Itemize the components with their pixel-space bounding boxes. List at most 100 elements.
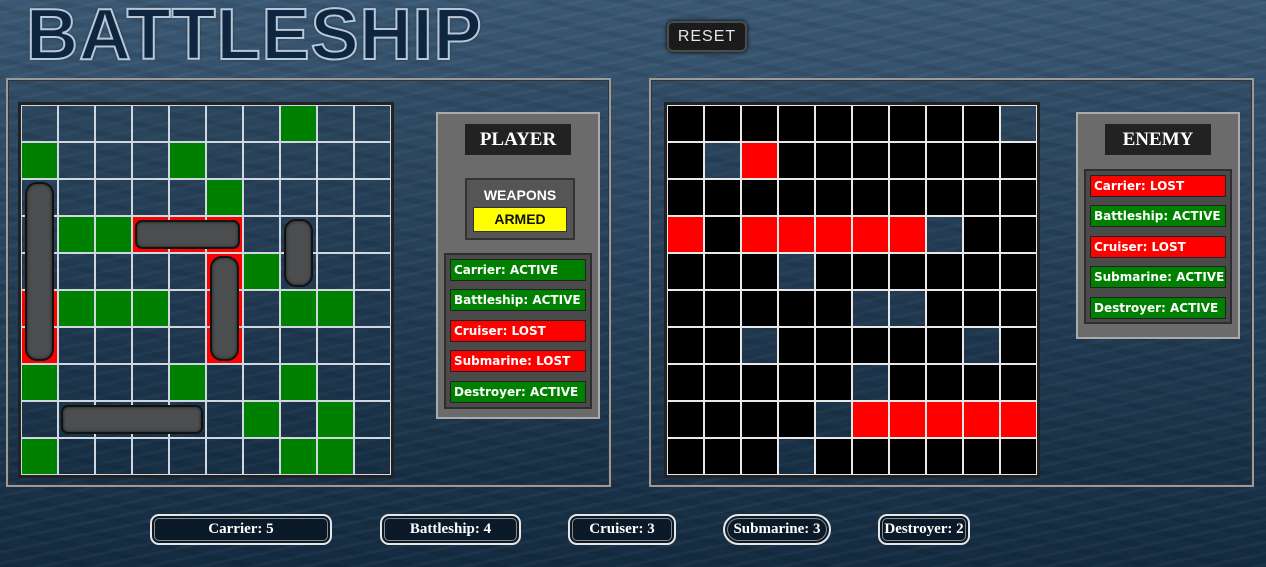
enemy-cell-unknown[interactable] bbox=[704, 216, 741, 253]
legend-carrier[interactable]: Carrier: 5 bbox=[150, 514, 332, 545]
enemy-cell-unknown[interactable] bbox=[704, 438, 741, 475]
enemy-cell-unknown[interactable] bbox=[667, 290, 704, 327]
enemy-cell-unknown[interactable] bbox=[741, 179, 778, 216]
enemy-cell-unknown[interactable] bbox=[815, 327, 852, 364]
legend-cruiser[interactable]: Cruiser: 3 bbox=[568, 514, 676, 545]
enemy-cell-open[interactable] bbox=[778, 253, 815, 290]
enemy-cell-hit[interactable] bbox=[667, 216, 704, 253]
enemy-cell-hit[interactable] bbox=[926, 401, 963, 438]
enemy-cell-unknown[interactable] bbox=[815, 179, 852, 216]
enemy-cell-unknown[interactable] bbox=[889, 105, 926, 142]
enemy-cell-unknown[interactable] bbox=[963, 290, 1000, 327]
enemy-cell-unknown[interactable] bbox=[741, 438, 778, 475]
enemy-cell-unknown[interactable] bbox=[926, 290, 963, 327]
enemy-cell-unknown[interactable] bbox=[741, 401, 778, 438]
enemy-cell-hit[interactable] bbox=[815, 216, 852, 253]
enemy-cell-unknown[interactable] bbox=[667, 327, 704, 364]
enemy-cell-unknown[interactable] bbox=[1000, 290, 1037, 327]
enemy-cell-unknown[interactable] bbox=[704, 401, 741, 438]
enemy-cell-open[interactable] bbox=[1000, 105, 1037, 142]
enemy-cell-unknown[interactable] bbox=[741, 105, 778, 142]
enemy-cell-unknown[interactable] bbox=[667, 253, 704, 290]
enemy-cell-unknown[interactable] bbox=[815, 290, 852, 327]
enemy-cell-unknown[interactable] bbox=[704, 105, 741, 142]
enemy-cell-unknown[interactable] bbox=[852, 253, 889, 290]
enemy-cell-open[interactable] bbox=[815, 401, 852, 438]
enemy-cell-unknown[interactable] bbox=[704, 290, 741, 327]
enemy-cell-hit[interactable] bbox=[778, 216, 815, 253]
enemy-cell-unknown[interactable] bbox=[778, 364, 815, 401]
enemy-cell-unknown[interactable] bbox=[926, 253, 963, 290]
enemy-cell-unknown[interactable] bbox=[815, 438, 852, 475]
enemy-cell-hit[interactable] bbox=[889, 401, 926, 438]
enemy-cell-unknown[interactable] bbox=[1000, 253, 1037, 290]
enemy-cell-unknown[interactable] bbox=[889, 327, 926, 364]
enemy-cell-unknown[interactable] bbox=[741, 364, 778, 401]
enemy-cell-unknown[interactable] bbox=[667, 364, 704, 401]
enemy-cell-open[interactable] bbox=[926, 216, 963, 253]
legend-destroyer[interactable]: Destroyer: 2 bbox=[878, 514, 970, 545]
enemy-cell-open[interactable] bbox=[741, 327, 778, 364]
enemy-cell-unknown[interactable] bbox=[815, 364, 852, 401]
legend-battleship[interactable]: Battleship: 4 bbox=[380, 514, 521, 545]
enemy-cell-unknown[interactable] bbox=[889, 364, 926, 401]
legend-submarine[interactable]: Submarine: 3 bbox=[723, 514, 831, 545]
enemy-cell-unknown[interactable] bbox=[667, 401, 704, 438]
enemy-cell-open[interactable] bbox=[704, 142, 741, 179]
enemy-cell-unknown[interactable] bbox=[926, 105, 963, 142]
enemy-cell-unknown[interactable] bbox=[704, 253, 741, 290]
enemy-cell-unknown[interactable] bbox=[963, 216, 1000, 253]
enemy-cell-unknown[interactable] bbox=[667, 438, 704, 475]
reset-button[interactable]: RESET bbox=[667, 21, 747, 52]
enemy-cell-open[interactable] bbox=[852, 290, 889, 327]
enemy-cell-unknown[interactable] bbox=[741, 290, 778, 327]
enemy-cell-unknown[interactable] bbox=[926, 179, 963, 216]
enemy-cell-unknown[interactable] bbox=[1000, 179, 1037, 216]
enemy-cell-unknown[interactable] bbox=[704, 179, 741, 216]
enemy-cell-unknown[interactable] bbox=[1000, 216, 1037, 253]
enemy-cell-open[interactable] bbox=[778, 438, 815, 475]
enemy-cell-unknown[interactable] bbox=[778, 401, 815, 438]
enemy-cell-unknown[interactable] bbox=[1000, 327, 1037, 364]
enemy-cell-unknown[interactable] bbox=[852, 105, 889, 142]
enemy-cell-unknown[interactable] bbox=[815, 105, 852, 142]
enemy-cell-unknown[interactable] bbox=[815, 142, 852, 179]
enemy-cell-unknown[interactable] bbox=[963, 253, 1000, 290]
enemy-cell-hit[interactable] bbox=[889, 216, 926, 253]
enemy-cell-unknown[interactable] bbox=[778, 290, 815, 327]
enemy-cell-unknown[interactable] bbox=[852, 179, 889, 216]
enemy-cell-unknown[interactable] bbox=[1000, 438, 1037, 475]
enemy-cell-unknown[interactable] bbox=[704, 327, 741, 364]
enemy-cell-unknown[interactable] bbox=[926, 327, 963, 364]
enemy-cell-hit[interactable] bbox=[852, 216, 889, 253]
enemy-cell-unknown[interactable] bbox=[815, 253, 852, 290]
enemy-cell-unknown[interactable] bbox=[667, 105, 704, 142]
enemy-cell-unknown[interactable] bbox=[963, 142, 1000, 179]
enemy-cell-unknown[interactable] bbox=[889, 253, 926, 290]
enemy-cell-unknown[interactable] bbox=[778, 105, 815, 142]
enemy-cell-hit[interactable] bbox=[741, 216, 778, 253]
enemy-cell-open[interactable] bbox=[963, 327, 1000, 364]
enemy-cell-unknown[interactable] bbox=[889, 179, 926, 216]
enemy-cell-unknown[interactable] bbox=[778, 179, 815, 216]
enemy-cell-unknown[interactable] bbox=[741, 253, 778, 290]
enemy-cell-unknown[interactable] bbox=[852, 327, 889, 364]
enemy-cell-unknown[interactable] bbox=[926, 438, 963, 475]
enemy-cell-unknown[interactable] bbox=[963, 105, 1000, 142]
enemy-cell-unknown[interactable] bbox=[704, 364, 741, 401]
enemy-cell-unknown[interactable] bbox=[667, 142, 704, 179]
enemy-cell-hit[interactable] bbox=[741, 142, 778, 179]
enemy-cell-unknown[interactable] bbox=[852, 438, 889, 475]
enemy-cell-unknown[interactable] bbox=[963, 179, 1000, 216]
enemy-cell-unknown[interactable] bbox=[778, 327, 815, 364]
enemy-cell-unknown[interactable] bbox=[852, 142, 889, 179]
enemy-cell-open[interactable] bbox=[852, 364, 889, 401]
enemy-cell-open[interactable] bbox=[889, 290, 926, 327]
enemy-cell-hit[interactable] bbox=[1000, 401, 1037, 438]
enemy-cell-unknown[interactable] bbox=[1000, 142, 1037, 179]
enemy-cell-unknown[interactable] bbox=[963, 438, 1000, 475]
enemy-cell-hit[interactable] bbox=[963, 401, 1000, 438]
enemy-cell-unknown[interactable] bbox=[1000, 364, 1037, 401]
enemy-cell-unknown[interactable] bbox=[889, 142, 926, 179]
enemy-cell-unknown[interactable] bbox=[889, 438, 926, 475]
